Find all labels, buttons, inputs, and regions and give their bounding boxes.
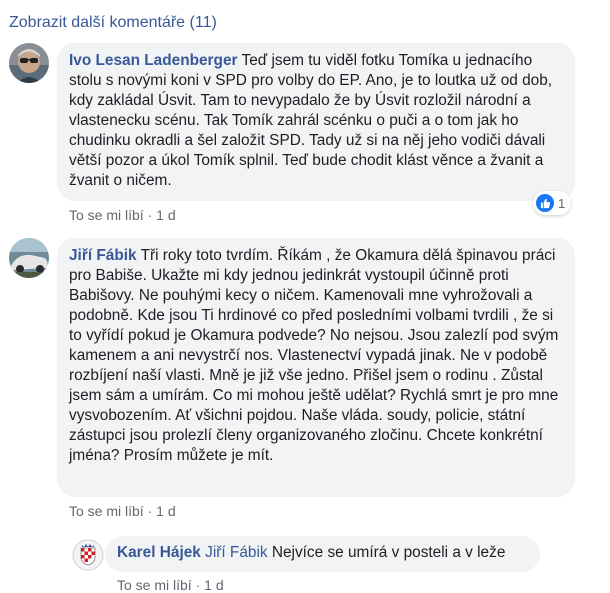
avatar-ivo[interactable] <box>9 43 49 83</box>
reaction-count: 1 <box>558 195 566 211</box>
reply-text: Nejvíce se umírá v posteli a v leže <box>267 544 506 561</box>
reaction-count-badge[interactable]: 1 <box>533 191 572 215</box>
comment-bubble: Jiří Fábik Tři roky toto tvrdím. Říkám ,… <box>57 238 575 497</box>
timestamp[interactable]: 1 d <box>156 503 175 519</box>
like-link[interactable]: To se mi líbí <box>117 577 192 593</box>
reply-author[interactable]: Karel Hájek <box>117 544 201 561</box>
comment-actions: To se mi líbí · 1 d <box>69 207 176 223</box>
separator: · <box>191 577 205 593</box>
profile-photo-icon <box>9 238 49 278</box>
comment-author[interactable]: Jiří Fábik <box>69 247 137 264</box>
like-link[interactable]: To se mi líbí <box>69 503 144 519</box>
comment-author[interactable]: Ivo Lesan Ladenberger <box>69 52 238 69</box>
comment-text: Tři roky toto tvrdím. Říkám , že Okamura… <box>69 247 559 464</box>
profile-photo-icon <box>9 43 49 83</box>
reply-actions: To se mi líbí · 1 d <box>117 577 224 593</box>
thumbs-up-icon <box>536 194 554 212</box>
timestamp[interactable]: 1 d <box>204 577 223 593</box>
like-link[interactable]: To se mi líbí <box>69 207 144 223</box>
separator: · <box>143 503 157 519</box>
separator: · <box>143 207 157 223</box>
reply-bubble: Karel Hájek Jiří Fábik Nejvíce se umírá … <box>105 536 540 572</box>
coat-of-arms-icon <box>72 539 104 571</box>
comment-bubble: Ivo Lesan Ladenberger Teď jsem tu viděl … <box>57 43 575 201</box>
show-more-comments-link[interactable]: Zobrazit další komentáře (11) <box>9 14 217 32</box>
avatar-karel[interactable] <box>72 539 104 571</box>
reply-mention[interactable]: Jiří Fábik <box>205 544 267 561</box>
timestamp[interactable]: 1 d <box>156 207 175 223</box>
comment-text: Teď jsem tu viděl fotku Tomíka u jednací… <box>69 52 553 189</box>
avatar-jiri[interactable] <box>9 238 49 278</box>
comment-actions: To se mi líbí · 1 d <box>69 503 176 519</box>
